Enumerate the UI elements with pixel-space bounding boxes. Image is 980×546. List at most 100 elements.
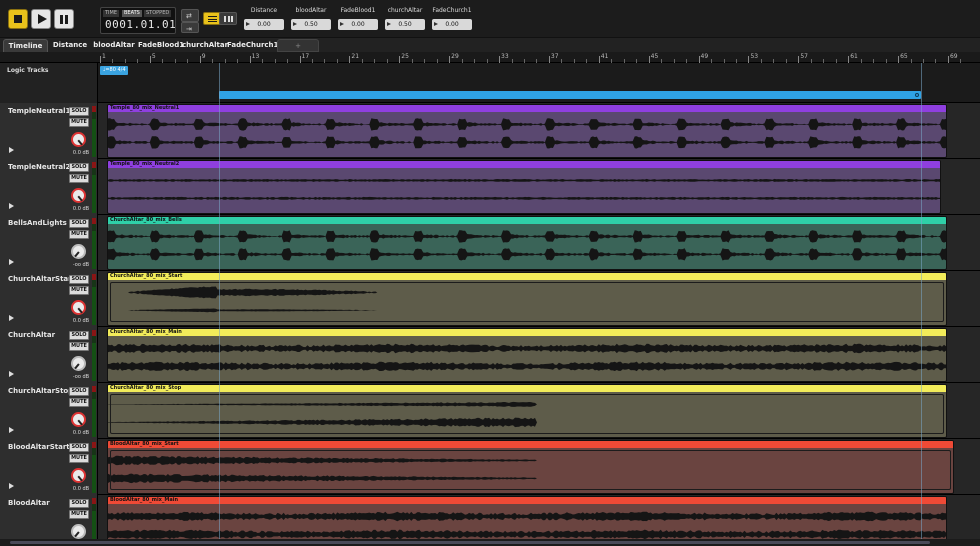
solo-button[interactable]: SOLO [69, 219, 89, 228]
meter-clip [92, 106, 96, 112]
track-header[interactable]: BloodAltarStart SOLO MUTE 0.0 dB [0, 439, 98, 495]
audio-region[interactable]: ChurchAltar_80_mix_Start [107, 272, 947, 326]
expand-triangle-icon[interactable] [9, 427, 14, 433]
knob-indicator [74, 531, 80, 538]
param-value-field[interactable]: 0.00 [244, 19, 284, 30]
param-label: FadeChurch1 [432, 7, 472, 14]
tab-fadechurch1[interactable]: FadeChurch1 [227, 39, 278, 52]
expand-triangle-icon[interactable] [9, 147, 14, 153]
solo-button[interactable]: SOLO [69, 163, 89, 172]
stop-button[interactable] [8, 9, 28, 29]
ruler-label: 41 [600, 53, 609, 60]
param-value-field[interactable]: 0.50 [385, 19, 425, 30]
ruler-tick [499, 56, 501, 63]
track-header[interactable]: ChurchAltar SOLO MUTE -oo dB [0, 327, 98, 383]
mute-button[interactable]: MUTE [69, 510, 89, 519]
add-tab-button[interactable]: + [277, 39, 319, 52]
app-window: TIME BEATS STOPPED 0001.01.01 ⇄ ⇥ Distan… [0, 0, 980, 546]
solo-button[interactable]: SOLO [69, 107, 89, 116]
track-header[interactable]: ChurchAltarStart SOLO MUTE 0.0 dB [0, 271, 98, 327]
solo-button[interactable]: SOLO [69, 443, 89, 452]
tab-timeline[interactable]: Timeline [3, 39, 48, 52]
clock-tab-time[interactable]: TIME [103, 10, 120, 17]
level-meter [92, 106, 96, 157]
meter-clip [92, 386, 96, 392]
meter-fill [92, 287, 96, 325]
volume-knob[interactable] [71, 412, 86, 427]
solo-button[interactable]: SOLO [69, 499, 89, 508]
track-header[interactable]: BellsAndLights SOLO MUTE -oo dB [0, 215, 98, 271]
loop-region[interactable] [219, 91, 921, 99]
solo-button[interactable]: SOLO [69, 387, 89, 396]
knob-indicator [77, 307, 83, 314]
timeline-ruler[interactable]: 1 5 9 13 17 21 25 29 33 37 41 45 49 53 57 61 65 69 [0, 52, 980, 63]
solo-button[interactable]: SOLO [69, 331, 89, 340]
mute-button[interactable]: MUTE [69, 342, 89, 351]
volume-readout: 0.0 dB [72, 318, 90, 324]
expand-triangle-icon[interactable] [9, 371, 14, 377]
track-header[interactable]: TempleNeutral2 SOLO MUTE 0.0 dB [0, 159, 98, 215]
param-value-field[interactable]: 0.00 [432, 19, 472, 30]
track-row: BellsAndLights SOLO MUTE -oo dB ChurchAltar_… [0, 215, 980, 271]
mixer-toggle[interactable] [219, 12, 237, 25]
tempo-marker[interactable]: ♩=80 4/4 [100, 66, 128, 75]
expand-triangle-icon[interactable] [9, 259, 14, 265]
knob-indicator [74, 251, 80, 258]
transport-bar: TIME BEATS STOPPED 0001.01.01 ⇄ ⇥ Distan… [0, 0, 980, 38]
param-value-field[interactable]: 0.00 [338, 19, 378, 30]
solo-button[interactable]: SOLO [69, 275, 89, 284]
horizontal-scrollbar[interactable] [0, 539, 980, 546]
pause-icon [65, 15, 68, 24]
loop-toggle[interactable]: ⇄ [181, 9, 199, 22]
metronome-toggle[interactable]: ⇥ [181, 22, 199, 33]
track-header[interactable]: BloodAltarSOLOMUTE-oo dB [0, 495, 98, 539]
scrollbar-thumb[interactable] [10, 541, 930, 544]
volume-knob[interactable] [71, 356, 86, 371]
param-churchaltar: churchAltar 0.50 [385, 7, 425, 30]
track-header[interactable]: ChurchAltarStop SOLO MUTE 0.0 dB [0, 383, 98, 439]
param-label: Distance [250, 7, 278, 14]
expand-triangle-icon[interactable] [9, 483, 14, 489]
tab-fadeblood1[interactable]: FadeBlood1 [138, 39, 184, 52]
tab-bloodaltar[interactable]: bloodAltar [93, 39, 135, 52]
region-title: BloodAltar_80_mix_Start [108, 441, 953, 448]
audio-region[interactable]: BloodAltar_80_mix_Start [107, 440, 954, 494]
volume-readout: 0.0 dB [72, 206, 90, 212]
expand-triangle-icon[interactable] [9, 315, 14, 321]
tab-distance[interactable]: Distance [51, 39, 89, 52]
volume-knob[interactable] [71, 468, 86, 483]
mute-button[interactable]: MUTE [69, 230, 89, 239]
mute-button[interactable]: MUTE [69, 398, 89, 407]
ruler-label: 9 [201, 53, 206, 60]
meter-fill [92, 399, 96, 437]
audio-region[interactable]: ChurchAltar_80_mix_Bells [107, 216, 947, 270]
track-header[interactable]: TempleNeutral1 SOLO MUTE 0.0 dB [0, 103, 98, 159]
meter-fill [92, 119, 96, 157]
mute-button[interactable]: MUTE [69, 118, 89, 127]
ruler-label: 25 [401, 53, 409, 60]
volume-knob[interactable] [71, 132, 86, 147]
audio-region[interactable]: ChurchAltar_80_mix_Stop [107, 384, 947, 438]
play-button[interactable] [31, 9, 51, 29]
ruler-label: 61 [850, 53, 858, 60]
track-row: ChurchAltarStop SOLO MUTE 0.0 dB ChurchAltar… [0, 383, 980, 439]
volume-knob[interactable] [71, 524, 86, 539]
audio-region[interactable]: Temple_80_mix_Neutral1 [107, 104, 947, 158]
pause-button[interactable] [54, 9, 74, 29]
mute-button[interactable]: MUTE [69, 174, 89, 183]
audio-region[interactable]: Temple_80_mix_Neutral2 [107, 160, 941, 214]
param-value-field[interactable]: 0.50 [291, 19, 331, 30]
expand-triangle-icon[interactable] [9, 203, 14, 209]
ruler-tick [449, 56, 451, 63]
param-fadechurch1: FadeChurch1 0.00 [432, 7, 472, 30]
tab-churchaltar[interactable]: churchAltar [182, 39, 228, 52]
audio-region[interactable]: BloodAltar_80_mix_Main [107, 496, 947, 539]
audio-region[interactable]: ChurchAltar_80_mix_Main [107, 328, 947, 382]
track-name: TempleNeutral1 [8, 107, 71, 115]
mute-button[interactable]: MUTE [69, 286, 89, 295]
clock-tab-beats[interactable]: BEATS [122, 10, 142, 17]
volume-knob[interactable] [71, 244, 86, 259]
volume-knob[interactable] [71, 300, 86, 315]
mute-button[interactable]: MUTE [69, 454, 89, 463]
volume-knob[interactable] [71, 188, 86, 203]
